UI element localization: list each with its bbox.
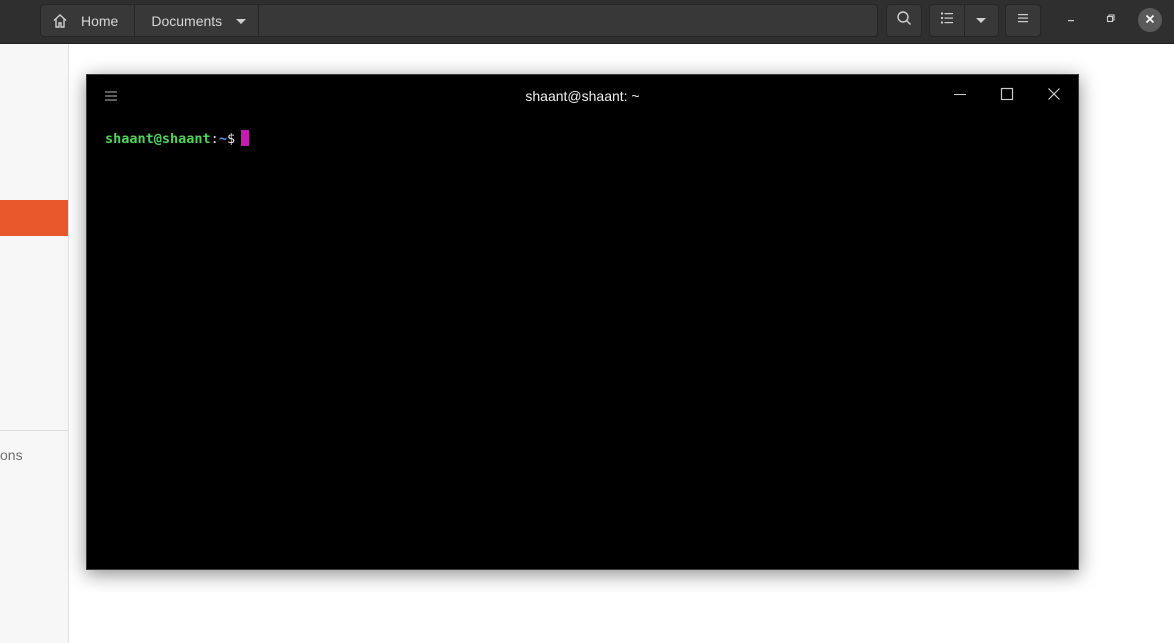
path-segment-documents-label: Documents (151, 12, 223, 29)
sidebar-item-selected[interactable] (0, 200, 68, 236)
restore-button[interactable] (1098, 8, 1122, 32)
chevron-down-icon (976, 12, 987, 30)
prompt-separator: : (210, 131, 219, 147)
file-manager-headerbar: Home Documents (0, 0, 1174, 44)
search-icon (896, 10, 912, 31)
prompt-path: ~ (218, 131, 227, 147)
close-window-button[interactable] (1138, 8, 1162, 32)
view-options-button[interactable] (963, 5, 998, 36)
terminal-window: shaant@shaant: ~ shaant@shaant:~$ (86, 74, 1079, 570)
hamburger-menu-icon (1016, 11, 1030, 30)
prompt-user-host: shaant@shaant (105, 131, 211, 147)
path-segment-home-label: Home (81, 12, 119, 29)
prompt-symbol: $ (226, 131, 236, 147)
sidebar-item-other-locations[interactable]: ons (0, 447, 23, 463)
terminal-cursor (241, 130, 250, 146)
home-icon (51, 12, 69, 30)
close-icon (1047, 87, 1061, 106)
app-menu-button[interactable] (1005, 4, 1041, 37)
minimize-icon (953, 87, 967, 106)
terminal-minimize-button[interactable] (951, 87, 969, 105)
close-icon (1145, 11, 1155, 29)
search-button[interactable] (886, 4, 922, 37)
file-manager-sidebar: ons (0, 44, 69, 643)
view-switcher (929, 4, 999, 37)
maximize-icon (1000, 87, 1014, 106)
path-segment-home[interactable]: Home (41, 5, 136, 36)
terminal-maximize-button[interactable] (998, 87, 1016, 105)
minimize-button[interactable] (1059, 8, 1083, 32)
path-bar: Home Documents (40, 4, 878, 37)
sidebar-divider (0, 430, 68, 431)
minimize-icon (1065, 11, 1077, 29)
terminal-close-button[interactable] (1045, 87, 1063, 105)
chevron-down-icon[interactable] (236, 16, 247, 26)
terminal-titlebar[interactable]: shaant@shaant: ~ (87, 75, 1078, 117)
list-view-icon (940, 11, 954, 30)
sidebar-item-label: ons (0, 447, 23, 463)
list-view-button[interactable] (930, 5, 964, 36)
terminal-output[interactable]: shaant@shaant:~$ (105, 130, 250, 148)
path-segment-documents[interactable]: Documents (135, 5, 260, 36)
maximize-icon (1104, 11, 1116, 29)
terminal-title: shaant@shaant: ~ (525, 88, 640, 104)
